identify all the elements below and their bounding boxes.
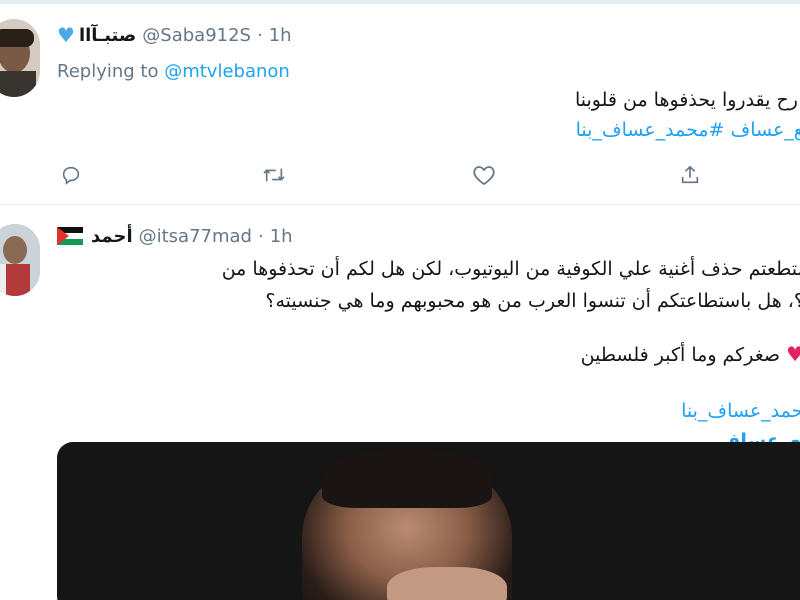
tweet-text: ا استطعتم حذف أغنية علي الكوفية من اليوت… [221, 258, 800, 280]
media-figure-hand [387, 567, 507, 600]
hashtags[interactable]: #مع_عساف #محمد_عساف_بنا [576, 119, 800, 141]
tweet[interactable]: أحمد @itsa77mad · 1h ا استطعتم حذف أغنية… [0, 206, 800, 600]
media-figure-hair [322, 448, 492, 508]
tweet[interactable]: ♥ صتبـآاا @Saba912S · 1h Replying to @mt… [0, 5, 800, 205]
separator-dot: · [256, 24, 263, 46]
replying-label: Replying to [57, 61, 159, 82]
hashtag-link[interactable]: #محمد_عساف_بنا [681, 400, 800, 422]
replying-to: Replying to @mtvlebanon [57, 61, 290, 82]
reply-button[interactable] [57, 161, 85, 189]
display-name[interactable]: أحمد [91, 226, 133, 247]
share-button[interactable] [676, 161, 704, 189]
share-icon [681, 165, 699, 184]
reply-icon [62, 166, 80, 185]
tweet-text: رح يقدروا يحذفوها من قلوبنا [574, 89, 798, 111]
like-button[interactable] [470, 161, 498, 189]
tweet-text: صغركم وما أكبر فلسطين [580, 344, 781, 366]
tweet-text: وبنا؟، هل باستطاعتكم أن تنسوا العرب من ه… [265, 290, 800, 312]
mention-link[interactable]: @mtvlebanon [164, 61, 290, 82]
avatar-image [0, 224, 40, 296]
display-name[interactable]: صتبـآاا [79, 25, 136, 46]
palestine-flag-icon [57, 227, 83, 245]
like-icon [473, 166, 495, 186]
avatar[interactable] [0, 19, 40, 97]
tweet-header: أحمد @itsa77mad · 1h [57, 224, 293, 248]
separator-dot: · [257, 225, 264, 247]
tweet-actions [57, 155, 717, 195]
tweet-header: ♥ صتبـآاا @Saba912S · 1h [57, 23, 292, 47]
timestamp[interactable]: 1h [270, 226, 293, 247]
tweet-media-image[interactable] [57, 442, 800, 600]
retweet-button[interactable] [260, 161, 288, 189]
tweet-text-line: رح يقدروا يحذفوها من قلوبنا [575, 89, 800, 111]
red-heart-icon: ♥ [786, 342, 800, 366]
retweet-icon [263, 168, 285, 182]
user-handle[interactable]: @itsa77mad [139, 226, 252, 247]
timestamp[interactable]: 1h [269, 25, 292, 46]
top-divider [0, 0, 800, 4]
blue-heart-icon: ♥ [57, 23, 75, 47]
user-handle[interactable]: @Saba912S [142, 25, 251, 46]
avatar-image [0, 19, 40, 97]
avatar[interactable] [0, 224, 40, 296]
tweet-text-line: ♥ صغركم وما أكبر فلسطين [581, 342, 800, 366]
